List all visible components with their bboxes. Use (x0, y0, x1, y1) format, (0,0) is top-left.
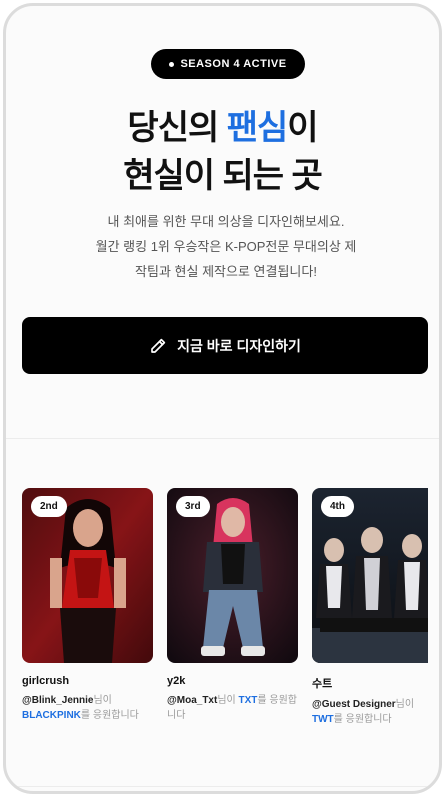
design-title: 수트 (312, 678, 333, 690)
design-image[interactable]: 3rd (167, 488, 298, 663)
hero-title-accent: 팬심 (226, 109, 289, 147)
rank-badge: 3rd (176, 496, 210, 517)
rank-badge: 2nd (31, 496, 67, 517)
status-dot-icon (169, 61, 175, 67)
hero-section: SEASON 4 ACTIVE 당신의 팬심이 현실이 되는 곳 내 최애를 위… (6, 6, 439, 436)
season-badge: SEASON 4 ACTIVE (151, 49, 305, 79)
design-title: y2k (167, 675, 186, 687)
rank-badge: 4th (321, 496, 354, 517)
designer-handle[interactable]: @Blink_Jennie (22, 695, 93, 706)
hero-title: 당신의 팬심이 현실이 되는 곳 (6, 104, 439, 200)
design-image[interactable]: 2nd (22, 488, 153, 663)
design-title: girlcrush (22, 675, 70, 687)
design-now-button[interactable]: 지금 바로 디자인하기 (22, 317, 428, 374)
design-meta: @Moa_Txt님이 TXT를 응원합니다 (167, 693, 298, 723)
artist-group[interactable]: TWT (312, 714, 334, 725)
section-divider (6, 438, 439, 439)
artist-group[interactable]: TXT (239, 695, 258, 706)
phone-frame: SEASON 4 ACTIVE 당신의 팬심이 현실이 되는 곳 내 최애를 위… (3, 3, 442, 794)
hero-title-pre: 당신의 (127, 109, 227, 147)
meta-suffix-2: 를 응원합니다 (333, 714, 392, 725)
desc-line-1: 내 최애를 위한 무대 의상을 디자인해보세요. (107, 214, 345, 229)
meta-suffix-1: 님이 (93, 695, 112, 706)
hero-title-post: 이 (287, 109, 318, 147)
desc-line-2: 월간 랭킹 1위 우승작은 K-POP전문 무대의상 제 (95, 239, 357, 254)
design-card[interactable]: 2nd girlcrush @Blink_Jennie님이 BLACKPINK를… (22, 488, 153, 723)
design-now-label: 지금 바로 디자인하기 (177, 337, 301, 354)
meta-suffix-1: 님이 (395, 699, 415, 710)
hero-title-line2: 현실이 되는 곳 (123, 157, 323, 195)
designer-handle[interactable]: @Guest Designer (312, 699, 396, 710)
ranking-gallery: 2nd girlcrush @Blink_Jennie님이 BLACKPINK를… (22, 488, 428, 728)
desc-line-3: 작팀과 현실 제작으로 연결됩니다! (135, 264, 317, 279)
design-meta: @Blink_Jennie님이 BLACKPINK를 응원합니다 (22, 693, 153, 723)
artist-group[interactable]: BLACKPINK (22, 710, 81, 721)
design-meta: @Guest Designer님이 TWT를 응원합니다 (312, 697, 428, 727)
bottom-divider (6, 786, 439, 787)
pencil-icon (151, 338, 166, 353)
design-card[interactable]: 3rd y2k @Moa_Txt님이 TXT를 응원합니다 (167, 488, 298, 723)
meta-suffix-2: 를 응원합니다 (80, 710, 139, 721)
hero-description: 내 최애를 위한 무대 의상을 디자인해보세요. 월간 랭킹 1위 우승작은 K… (46, 209, 406, 284)
meta-suffix-1: 님이 (217, 695, 239, 706)
designer-handle[interactable]: @Moa_Txt (167, 695, 217, 706)
design-card[interactable]: 4th 수트 @Guest Designer님이 TWT를 응원합니다 (312, 488, 428, 727)
design-image[interactable]: 4th (312, 488, 428, 663)
season-badge-label: SEASON 4 ACTIVE (180, 58, 287, 70)
